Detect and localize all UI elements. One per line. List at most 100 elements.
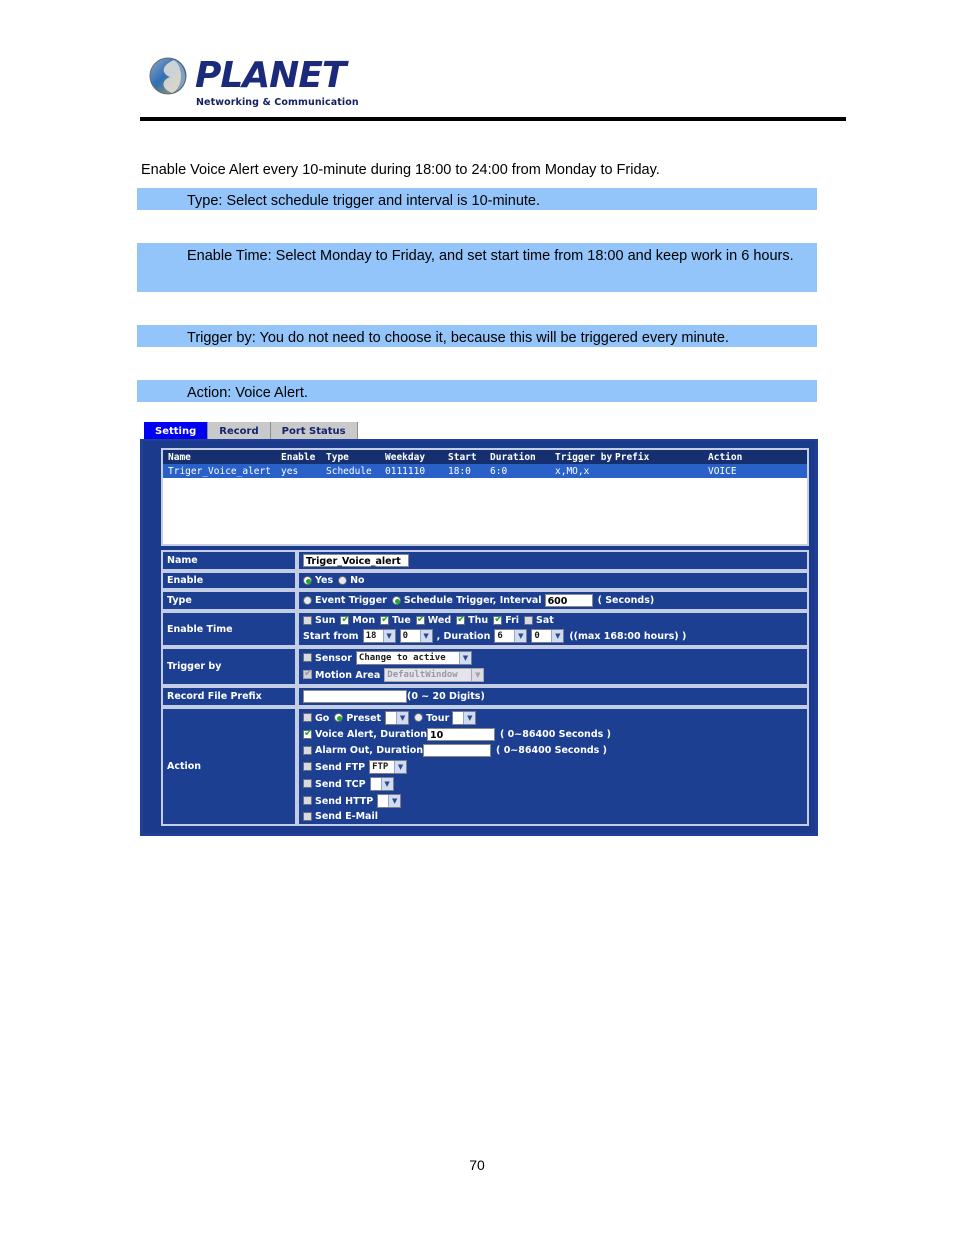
voice-alert-checkbox[interactable] [303, 728, 312, 739]
event-setting-form: Name Triger_Voice_alert Enable Yes No Ty… [161, 550, 809, 826]
day-sat-label: Sat [536, 615, 554, 626]
voice-alert-duration-input[interactable]: 10 [427, 728, 496, 741]
chevron-down-icon: ▼ [394, 761, 407, 773]
intro-paragraph: Enable Voice Alert every 10-minute durin… [141, 162, 660, 178]
schedule-trigger-label: Schedule Trigger, Interval [403, 595, 542, 606]
interval-unit-label: ( Seconds) [597, 595, 655, 606]
alarm-out-range: ( 0~86400 Seconds ) [496, 745, 607, 756]
form-row-enable: Enable Yes No [161, 571, 809, 590]
go-label: Go [315, 712, 330, 724]
chevron-down-icon: ▼ [380, 778, 393, 790]
chevron-down-icon: ▼ [471, 669, 484, 681]
callout-enable-time-text: Enable Time: Select Monday to Friday, an… [187, 248, 794, 264]
max-hours-note: ((max 168:00 hours) ) [569, 630, 687, 642]
preset-select[interactable]: ▼ [385, 711, 410, 725]
chevron-down-icon: ▼ [551, 630, 564, 642]
send-http-label: Send HTTP [315, 795, 374, 807]
tour-select[interactable]: ▼ [452, 711, 477, 725]
page-number: 70 [469, 1157, 485, 1173]
go-checkbox[interactable] [303, 713, 312, 722]
start-minute-value: 0 [402, 631, 408, 641]
send-ftp-select[interactable]: FTP ▼ [369, 760, 408, 774]
send-tcp-checkbox[interactable] [303, 779, 312, 788]
tour-radio[interactable] [414, 713, 424, 722]
day-thu-label: Thu [468, 615, 489, 626]
enable-yes-radio[interactable] [303, 575, 312, 585]
schedule-trigger-radio[interactable] [391, 595, 401, 605]
form-row-type: Type Event Trigger Schedule Trigger, Int… [161, 590, 809, 611]
interval-input[interactable]: 600 [544, 594, 593, 607]
tab-record[interactable]: Record [208, 422, 271, 439]
send-email-checkbox[interactable] [303, 811, 312, 821]
send-http-select[interactable]: ▼ [377, 794, 402, 808]
cell-weekday: 0111110 [385, 466, 426, 477]
sensor-select[interactable]: Change to active ▼ [355, 651, 472, 665]
tour-label: Tour [426, 712, 450, 724]
motion-area-checkbox[interactable] [303, 668, 312, 679]
voice-alert-range: ( 0~86400 Seconds ) [500, 729, 611, 740]
sensor-checkbox[interactable] [303, 653, 312, 662]
col-duration: Duration [490, 452, 536, 463]
day-fri-label: Fri [505, 615, 520, 626]
callout-type-text: Type: Select schedule trigger and interv… [187, 193, 541, 209]
chevron-down-icon: ▼ [382, 630, 395, 642]
motion-area-select-value: DefaultWindow [387, 670, 458, 680]
duration-minute-value: 0 [534, 631, 540, 641]
event-trigger-label: Event Trigger [315, 595, 387, 606]
tab-setting[interactable]: Setting [144, 422, 209, 439]
send-http-checkbox[interactable] [303, 796, 312, 805]
event-list-row[interactable]: Triger_Voice_alert yes Schedule 0111110 … [163, 464, 807, 478]
day-sun-checkbox[interactable] [303, 615, 312, 625]
enable-no-label: No [350, 575, 365, 586]
callout-trigger-by: Trigger by: You do not need to choose it… [137, 325, 817, 347]
preset-label: Preset [346, 712, 382, 724]
duration-label: , Duration [436, 630, 491, 642]
callout-enable-time: Enable Time: Select Monday to Friday, an… [137, 243, 817, 292]
day-wed-checkbox[interactable] [415, 614, 425, 625]
send-tcp-select[interactable]: ▼ [369, 777, 394, 791]
day-tue-checkbox[interactable] [380, 614, 390, 625]
motion-area-select[interactable]: DefaultWindow ▼ [384, 668, 485, 682]
record-file-prefix-input[interactable] [303, 690, 407, 703]
name-input[interactable]: Triger_Voice_alert [303, 554, 409, 567]
col-weekday: Weekday [385, 452, 426, 463]
start-minute-select[interactable]: 0 ▼ [399, 629, 433, 643]
tab-port-status[interactable]: Port Status [270, 422, 358, 439]
alarm-out-checkbox[interactable] [303, 745, 312, 755]
callout-action-text: Action: Voice Alert. [187, 385, 308, 401]
send-ftp-label: Send FTP [315, 761, 366, 773]
value-name: Triger_Voice_alert [297, 550, 809, 571]
alarm-out-duration-input[interactable] [423, 744, 492, 757]
label-enable-time: Enable Time [161, 611, 297, 647]
alarm-out-label: Alarm Out, Duration [315, 745, 424, 756]
duration-minute-select[interactable]: 0 ▼ [531, 629, 565, 643]
day-fri-checkbox[interactable] [493, 614, 503, 625]
chevron-down-icon: ▼ [396, 712, 409, 724]
day-mon-checkbox[interactable] [340, 614, 350, 625]
voice-alert-label: Voice Alert, Duration [315, 729, 428, 740]
sensor-select-value: Change to active [358, 653, 446, 663]
day-sat-checkbox[interactable] [524, 615, 534, 625]
day-tue-label: Tue [392, 615, 411, 626]
event-list[interactable]: Name Enable Type Weekday Start Duration … [161, 448, 809, 546]
chevron-down-icon: ▼ [419, 630, 432, 642]
col-action: Action [708, 452, 743, 463]
start-hour-value: 18 [365, 631, 377, 641]
start-hour-select[interactable]: 18 ▼ [362, 629, 396, 643]
motion-area-label: Motion Area [315, 669, 381, 681]
day-mon-label: Mon [352, 615, 376, 626]
duration-hour-select[interactable]: 6 ▼ [494, 629, 528, 643]
send-ftp-checkbox[interactable] [303, 762, 312, 771]
day-thu-checkbox[interactable] [456, 614, 466, 625]
preset-radio[interactable] [334, 713, 344, 722]
duration-hour-value: 6 [497, 631, 503, 641]
tab-bar: Setting Record Port Status [144, 422, 358, 439]
label-type: Type [161, 590, 297, 611]
event-trigger-radio[interactable] [303, 595, 312, 605]
value-record-file-prefix: (0 ~ 20 Digits) [297, 686, 809, 707]
enable-no-radio[interactable] [338, 575, 348, 585]
cell-name: Triger_Voice_alert [168, 466, 271, 477]
cell-type: Schedule [326, 466, 372, 477]
day-sun-label: Sun [315, 615, 336, 626]
value-trigger-by: Sensor Change to active ▼ Motion Area De… [297, 647, 809, 686]
